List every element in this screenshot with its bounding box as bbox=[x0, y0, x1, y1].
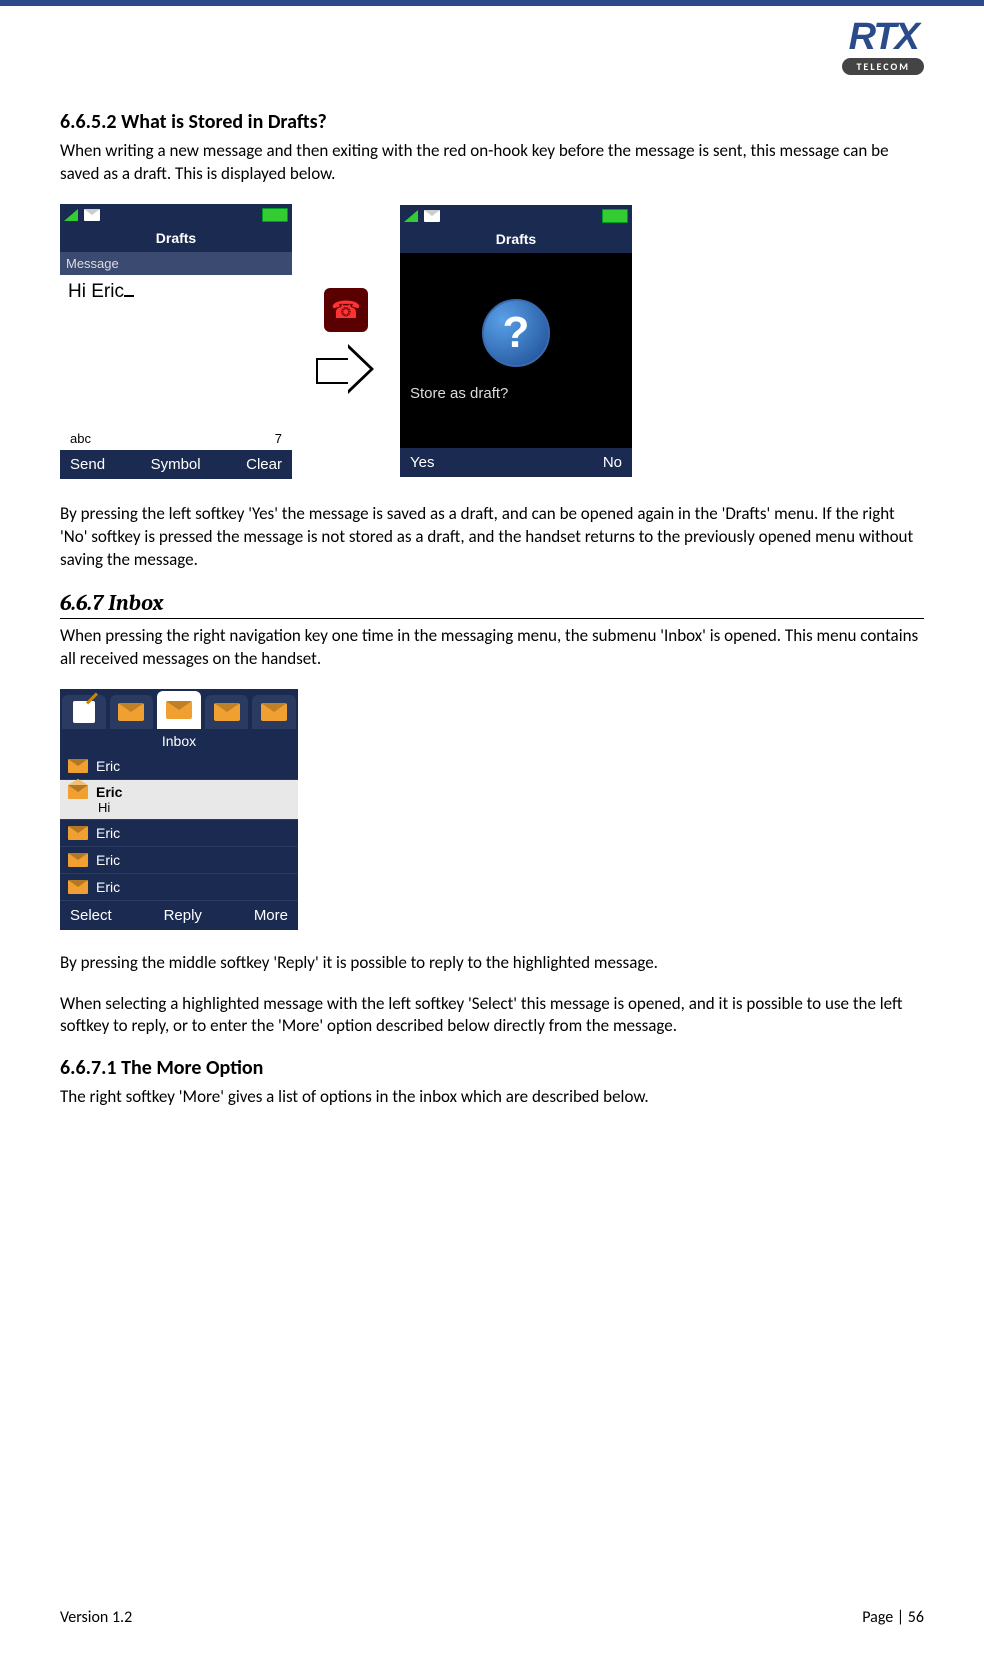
logo: RTX TELECOM bbox=[842, 18, 924, 75]
list-item-selected[interactable]: Eric Hi bbox=[60, 780, 298, 820]
list-item[interactable]: Eric bbox=[60, 874, 298, 901]
softkey-clear[interactable]: Clear bbox=[246, 456, 282, 473]
tab-sent[interactable] bbox=[205, 695, 249, 729]
logo-subtext: TELECOM bbox=[842, 58, 924, 75]
open-envelope-icon bbox=[68, 785, 88, 799]
envelope-icon bbox=[68, 853, 88, 867]
input-mode: abc bbox=[70, 431, 91, 446]
sender-name: Eric bbox=[96, 758, 120, 774]
heading-6671: 6.6.7.1 The More Option bbox=[60, 1056, 924, 1080]
char-count: 7 bbox=[275, 431, 282, 446]
compose-icon bbox=[73, 701, 95, 723]
signal-icon bbox=[404, 210, 418, 222]
signal-icon bbox=[64, 209, 78, 221]
screen-store-dialog: Drafts ? Store as draft? Yes No bbox=[400, 205, 632, 477]
list-item[interactable]: Eric bbox=[60, 820, 298, 847]
header-rule bbox=[0, 0, 984, 6]
envelope-icon bbox=[261, 703, 287, 721]
softkey-yes[interactable]: Yes bbox=[410, 454, 434, 471]
screen-drafts-compose: Drafts Message Hi Eric abc 7 Send Symbol… bbox=[60, 204, 292, 479]
tab-compose[interactable] bbox=[62, 695, 106, 729]
message-preview: Hi bbox=[68, 800, 110, 815]
para-3: When pressing the right navigation key o… bbox=[60, 625, 924, 671]
list-item[interactable]: Eric bbox=[60, 847, 298, 874]
softkey-send[interactable]: Send bbox=[70, 456, 105, 473]
para-4: By pressing the middle softkey 'Reply' i… bbox=[60, 952, 924, 975]
sender-name: Eric bbox=[96, 825, 120, 841]
screen-title: Drafts bbox=[400, 227, 632, 253]
sender-name: Eric bbox=[96, 879, 120, 895]
para-2: By pressing the left softkey 'Yes' the m… bbox=[60, 503, 924, 572]
battery-icon bbox=[602, 209, 628, 223]
envelope-icon bbox=[118, 703, 144, 721]
softkey-no[interactable]: No bbox=[603, 454, 622, 471]
inbox-title: Inbox bbox=[60, 729, 298, 753]
dialog-prompt: Store as draft? bbox=[400, 385, 508, 402]
page-number: Page | 56 bbox=[862, 1608, 924, 1627]
message-icon bbox=[424, 210, 440, 222]
envelope-icon bbox=[68, 826, 88, 840]
envelope-icon bbox=[68, 880, 88, 894]
tab-drafts[interactable] bbox=[110, 695, 154, 729]
arrow-right-icon bbox=[316, 344, 376, 394]
figure-drafts-flow: Drafts Message Hi Eric abc 7 Send Symbol… bbox=[60, 204, 924, 479]
tab-settings[interactable] bbox=[252, 695, 296, 729]
para-5: When selecting a highlighted message wit… bbox=[60, 993, 924, 1039]
screen-title: Drafts bbox=[60, 226, 292, 252]
screen-inbox: Inbox Eric Eric Hi Eric bbox=[60, 689, 298, 930]
softkey-more[interactable]: More bbox=[254, 907, 288, 924]
sender-name: Eric bbox=[96, 852, 120, 868]
battery-icon bbox=[262, 208, 288, 222]
envelope-icon bbox=[214, 703, 240, 721]
softkey-select[interactable]: Select bbox=[70, 907, 112, 924]
heading-6652: 6.6.5.2 What is Stored in Drafts? bbox=[60, 110, 924, 134]
para-1: When writing a new message and then exit… bbox=[60, 140, 924, 186]
inbox-list: Eric Eric Hi Eric Eric bbox=[60, 753, 298, 901]
message-input[interactable]: Hi Eric bbox=[60, 275, 292, 427]
softkey-reply[interactable]: Reply bbox=[164, 907, 202, 924]
on-hook-key-icon: ☎ bbox=[324, 288, 368, 332]
message-icon bbox=[84, 209, 100, 221]
list-item[interactable]: Eric bbox=[60, 753, 298, 780]
logo-text: RTX bbox=[849, 18, 918, 56]
heading-667: 6.6.7 Inbox bbox=[60, 590, 924, 619]
open-envelope-icon bbox=[166, 701, 192, 719]
sender-name: Eric bbox=[96, 784, 122, 800]
message-label: Message bbox=[60, 252, 292, 275]
version-label: Version 1.2 bbox=[60, 1608, 132, 1627]
question-icon: ? bbox=[482, 299, 550, 367]
softkey-symbol[interactable]: Symbol bbox=[151, 456, 201, 473]
envelope-icon bbox=[68, 759, 88, 773]
tab-inbox[interactable] bbox=[157, 691, 201, 729]
para-6: The right softkey 'More' gives a list of… bbox=[60, 1086, 924, 1109]
